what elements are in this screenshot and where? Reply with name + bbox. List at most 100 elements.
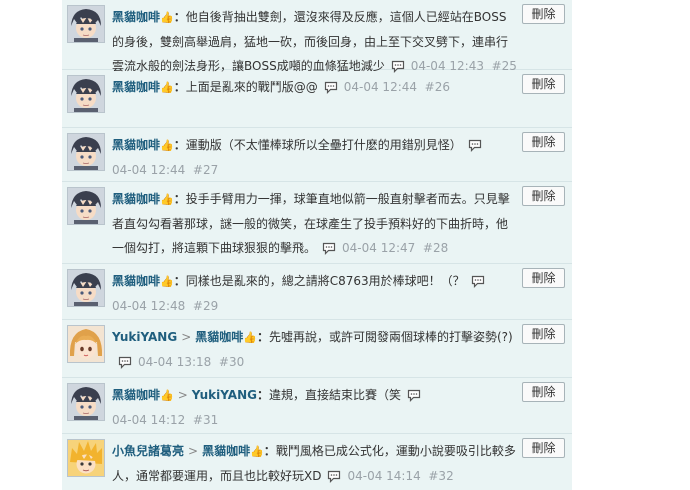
comment-time: 04-04 12:47 <box>342 241 416 255</box>
comment-text: 運動版（不太懂棒球所以全壘打什麽的用錯別見怪） <box>185 138 462 152</box>
comment-item: YukiYANG > 黑貓咖啡👍：先噓再說，或許可閱發兩個球棒的打擊姿勢(?) 04-… <box>62 320 572 378</box>
comment-floor[interactable]: #30 <box>219 355 244 369</box>
comment-floor[interactable]: #26 <box>425 80 450 94</box>
comment-time: 04-04 12:48 <box>112 299 186 313</box>
comment-body: 黑貓咖啡👍：同樣也是亂來的，總之請將C8763用於棒球吧！（？ 04-04 12:… <box>112 269 518 318</box>
delete-button[interactable]: 刪除 <box>522 4 565 24</box>
comment-body: 小魚兒諸葛亮 > 黑貓咖啡👍：戰鬥風格已成公式化，運動小說要吸引比較多人，通常都要運… <box>112 439 518 488</box>
chat-bubble-icon[interactable] <box>468 138 482 152</box>
comment-item: 小魚兒諸葛亮 > 黑貓咖啡👍：戰鬥風格已成公式化，運動小說要吸引比較多人，通常都要運… <box>62 434 572 490</box>
thumbs-up-icon: 👍 <box>160 139 174 152</box>
avatar[interactable] <box>67 75 105 113</box>
author-name[interactable]: 黑貓咖啡 <box>112 388 160 402</box>
avatar[interactable] <box>67 5 105 43</box>
comment-body: 黑貓咖啡👍：上面是亂來的戰鬥版@@ 04-04 12:44 #26 <box>112 75 518 100</box>
author-name[interactable]: 小魚兒諸葛亮 <box>112 444 184 458</box>
colon: ： <box>173 138 186 152</box>
delete-button[interactable]: 刪除 <box>522 186 565 206</box>
avatar-dark-hair-boy-icon <box>68 134 104 170</box>
thumbs-up-icon: 👍 <box>243 331 257 344</box>
comment-floor[interactable]: #29 <box>193 299 218 313</box>
chat-bubble-icon[interactable] <box>471 274 485 288</box>
comment-meta: 04-04 12:44 #26 <box>344 80 450 94</box>
avatar[interactable] <box>67 187 105 225</box>
thumbs-up-icon: 👍 <box>160 81 174 94</box>
comment-time: 04-04 13:18 <box>138 355 212 369</box>
comment-item: 黑貓咖啡👍：他自後背抽出雙劍，還沒來得及反應，這個人已經站在BOSS的身後，雙劍… <box>62 0 572 73</box>
avatar-dark-hair-boy-icon <box>68 76 104 112</box>
delete-button[interactable]: 刪除 <box>522 132 565 152</box>
author-name[interactable]: 黑貓咖啡 <box>112 10 160 24</box>
avatar[interactable] <box>67 325 105 363</box>
colon: ： <box>173 80 186 94</box>
comment-text: 先噓再說，或許可閱發兩個球棒的打擊姿勢(?) <box>268 330 513 344</box>
avatar[interactable] <box>67 269 105 307</box>
avatar[interactable] <box>67 439 105 477</box>
avatar[interactable] <box>67 133 105 171</box>
reply-arrow-icon: > <box>181 330 192 344</box>
comment-body: 黑貓咖啡👍 > YukiYANG：違規，直接結束比賽（笑 04-04 14:12 #3… <box>112 383 518 432</box>
comment-body: YukiYANG > 黑貓咖啡👍：先噓再說，或許可閱發兩個球棒的打擊姿勢(?) 04-… <box>112 325 518 374</box>
author-name[interactable]: 黑貓咖啡 <box>112 138 160 152</box>
comment-floor[interactable]: #28 <box>423 241 448 255</box>
delete-button[interactable]: 刪除 <box>522 268 565 288</box>
colon: ： <box>256 388 269 402</box>
comment-item: 黑貓咖啡👍 > YukiYANG：違規，直接結束比賽（笑 04-04 14:12 #3… <box>62 378 572 434</box>
comment-text: 同樣也是亂來的，總之請將C8763用於棒球吧！（？ <box>185 274 465 288</box>
colon: ： <box>173 192 186 206</box>
delete-button[interactable]: 刪除 <box>522 74 565 94</box>
comment-item: 黑貓咖啡👍：投手手臂用力一揮，球筆直地似箭一般直射擊者而去。只見擊者直勾勾看著那… <box>62 182 572 264</box>
comment-body: 黑貓咖啡👍：投手手臂用力一揮，球筆直地似箭一般直射擊者而去。只見擊者直勾勾看著那… <box>112 187 518 260</box>
delete-button[interactable]: 刪除 <box>522 382 565 402</box>
reply-arrow-icon: > <box>177 388 188 402</box>
reply-arrow-icon: > <box>188 444 199 458</box>
avatar[interactable] <box>67 383 105 421</box>
avatar-dark-hair-boy-icon <box>68 6 104 42</box>
comment-item: 黑貓咖啡👍：上面是亂來的戰鬥版@@ 04-04 12:44 #26 刪除 <box>62 70 572 128</box>
avatar-orange-hair-girl-icon <box>68 326 104 362</box>
author-name[interactable]: YukiYANG <box>112 330 177 344</box>
reply-to-name[interactable]: YukiYANG <box>192 388 257 402</box>
thumbs-up-icon: 👍 <box>160 389 174 402</box>
avatar-dark-hair-boy-icon <box>68 384 104 420</box>
delete-button[interactable]: 刪除 <box>522 438 565 458</box>
comment-meta: 04-04 14:12 #31 <box>112 413 218 427</box>
comment-list: 黑貓咖啡👍：他自後背抽出雙劍，還沒來得及反應，這個人已經站在BOSS的身後，雙劍… <box>62 0 572 490</box>
comment-body: 黑貓咖啡👍：他自後背抽出雙劍，還沒來得及反應，這個人已經站在BOSS的身後，雙劍… <box>112 5 518 78</box>
comment-time: 04-04 14:14 <box>347 469 421 483</box>
comment-time: 04-04 12:44 <box>343 80 418 94</box>
colon: ： <box>256 330 269 344</box>
comment-text: 上面是亂來的戰鬥版@@ <box>185 80 318 94</box>
thumbs-up-icon: 👍 <box>160 193 174 206</box>
thumbs-up-icon: 👍 <box>160 11 174 24</box>
comment-time: 04-04 12:44 <box>112 163 186 177</box>
reply-to-name[interactable]: 黑貓咖啡 <box>195 330 243 344</box>
colon: ： <box>263 444 276 458</box>
comment-meta: 04-04 12:47 #28 <box>342 241 448 255</box>
chat-bubble-icon[interactable] <box>118 355 132 369</box>
comment-floor[interactable]: #32 <box>428 469 453 483</box>
chat-bubble-icon[interactable] <box>324 80 338 94</box>
thumbs-up-icon: 👍 <box>160 275 174 288</box>
delete-button[interactable]: 刪除 <box>522 324 565 344</box>
thumbs-up-icon: 👍 <box>250 445 264 458</box>
comment-meta: 04-04 13:18 #30 <box>138 355 244 369</box>
comment-meta: 04-04 12:44 #27 <box>112 163 218 177</box>
chat-bubble-icon[interactable] <box>327 469 341 483</box>
comment-meta: 04-04 12:48 #29 <box>112 299 218 313</box>
reply-to-name[interactable]: 黑貓咖啡 <box>202 444 250 458</box>
comment-floor[interactable]: #31 <box>193 413 218 427</box>
comment-meta: 04-04 14:14 #32 <box>347 469 453 483</box>
avatar-spiky-blond-boy-icon <box>68 440 104 476</box>
author-name[interactable]: 黑貓咖啡 <box>112 80 160 94</box>
comment-body: 黑貓咖啡👍：運動版（不太懂棒球所以全壘打什麽的用錯別見怪） 04-04 12:44… <box>112 133 518 182</box>
author-name[interactable]: 黑貓咖啡 <box>112 192 160 206</box>
colon: ： <box>173 10 186 24</box>
comment-item: 黑貓咖啡👍：同樣也是亂來的，總之請將C8763用於棒球吧！（？ 04-04 12:… <box>62 264 572 320</box>
author-name[interactable]: 黑貓咖啡 <box>112 274 160 288</box>
chat-bubble-icon[interactable] <box>407 388 421 402</box>
chat-bubble-icon[interactable] <box>322 241 336 255</box>
avatar-dark-hair-boy-icon <box>68 188 104 224</box>
comment-floor[interactable]: #27 <box>193 163 218 177</box>
comment-item: 黑貓咖啡👍：運動版（不太懂棒球所以全壘打什麽的用錯別見怪） 04-04 12:44… <box>62 128 572 182</box>
